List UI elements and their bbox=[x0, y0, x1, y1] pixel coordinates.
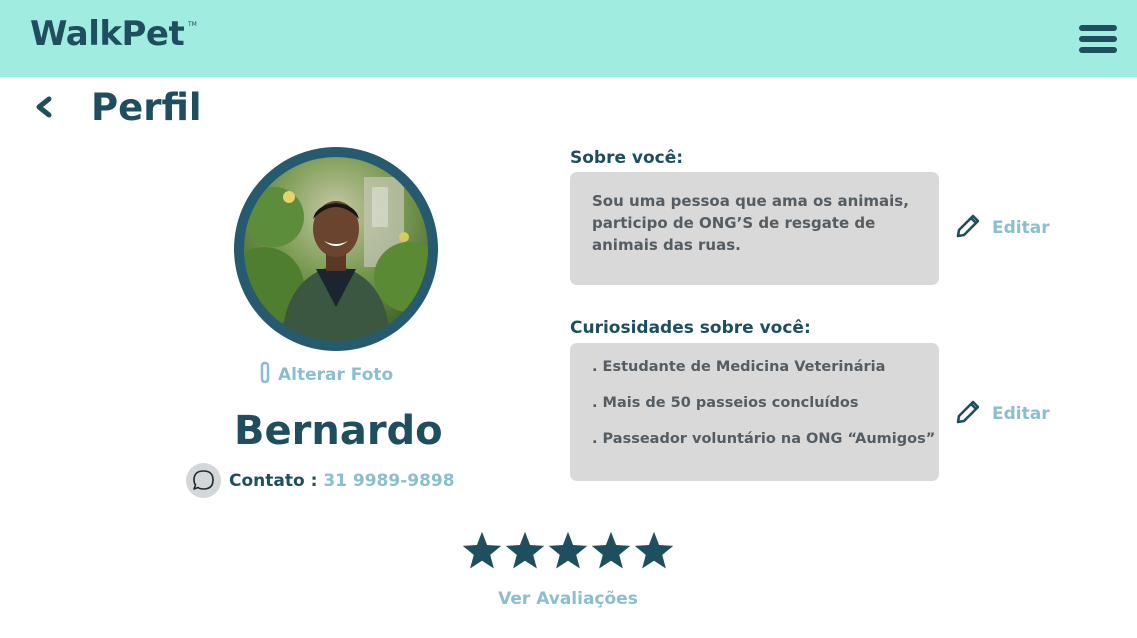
user-name: Bernardo bbox=[234, 408, 443, 454]
edit-curiosities-label: Editar bbox=[992, 404, 1050, 424]
contact-phone-link[interactable]: 31 9989-9898 bbox=[323, 471, 454, 491]
chevron-left-icon[interactable] bbox=[32, 95, 56, 121]
rating-stars bbox=[461, 528, 675, 574]
star-icon bbox=[634, 531, 674, 569]
edit-curiosities-button[interactable]: Editar bbox=[954, 399, 1050, 429]
alter-foto-label: Alterar Foto bbox=[278, 365, 394, 385]
edit-about-button[interactable]: Editar bbox=[954, 213, 1050, 243]
star-icon bbox=[591, 531, 631, 569]
curiosities-box: . Estudante de Medicina Veterinária . Ma… bbox=[570, 343, 939, 481]
curiosity-item: . Passeador voluntário na ONG “Aumigos” bbox=[592, 431, 936, 447]
page-title: Perfil bbox=[91, 86, 202, 129]
contact-info: Contato : 31 9989-9898 bbox=[229, 471, 455, 491]
pencil-icon bbox=[954, 212, 982, 244]
about-textbox: Sou uma pessoa que ama os animais, parti… bbox=[570, 172, 939, 285]
hamburger-menu-icon[interactable] bbox=[1079, 25, 1117, 53]
about-text: Sou uma pessoa que ama os animais, parti… bbox=[592, 192, 909, 254]
star-icon bbox=[505, 531, 545, 569]
app-header: WalkPet TM bbox=[0, 0, 1137, 77]
pencil-icon bbox=[954, 398, 982, 430]
paperclip-icon bbox=[256, 361, 274, 389]
trademark-mark: TM bbox=[188, 21, 197, 28]
ver-avaliacoes-link[interactable]: Ver Avaliações bbox=[468, 589, 668, 609]
star-icon bbox=[462, 531, 502, 569]
edit-about-label: Editar bbox=[992, 218, 1050, 238]
curiosity-item: . Estudante de Medicina Veterinária bbox=[592, 359, 886, 375]
about-label: Sobre você: bbox=[570, 148, 684, 168]
avatar-photo bbox=[244, 157, 428, 341]
curiosities-label: Curiosidades sobre você: bbox=[570, 318, 811, 338]
star-icon bbox=[548, 531, 588, 569]
app-logo[interactable]: WalkPet bbox=[30, 14, 185, 54]
alter-foto-button[interactable]: Alterar Foto bbox=[256, 361, 394, 389]
curiosity-item: . Mais de 50 passeios concluídos bbox=[592, 395, 859, 411]
profile-avatar bbox=[234, 147, 438, 351]
chat-bubble-icon[interactable] bbox=[186, 463, 221, 498]
contact-label: Contato : bbox=[229, 471, 318, 491]
